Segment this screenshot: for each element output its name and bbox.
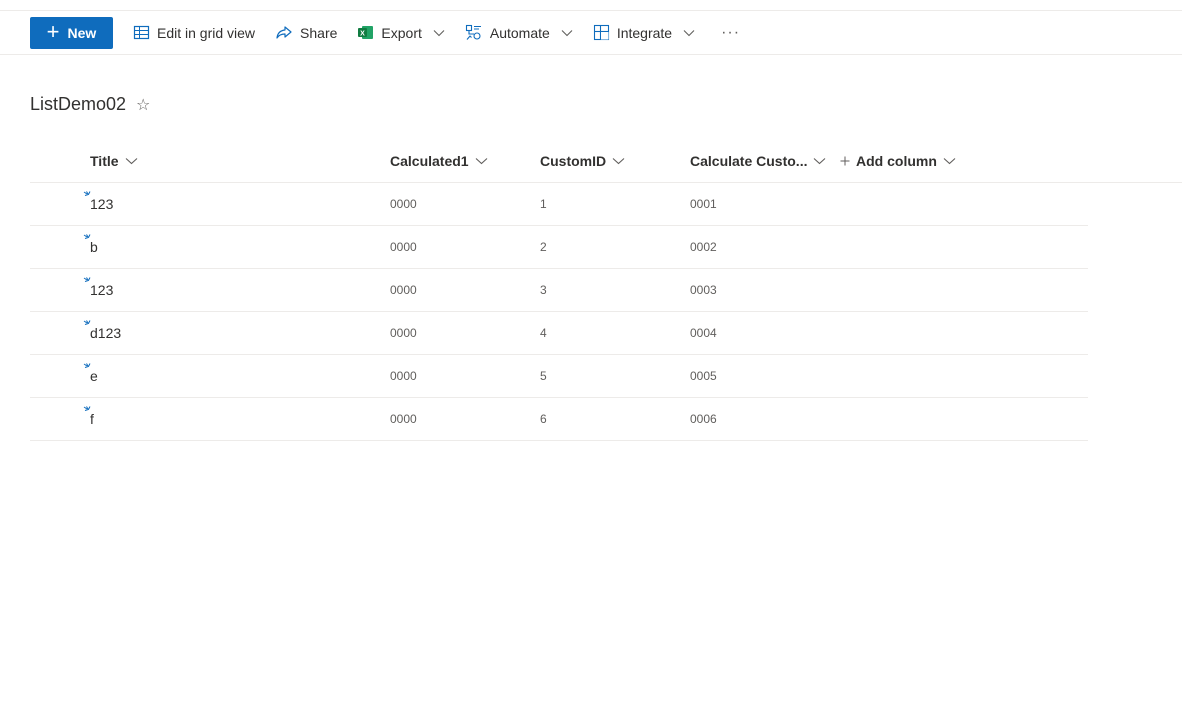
chevron-down-icon <box>943 158 956 165</box>
column-header-row: Title Calculated1 CustomID Calculate Cus… <box>30 140 1182 183</box>
row-calculated1: 0000 <box>390 240 417 254</box>
column-header-label: Title <box>90 153 119 169</box>
row-title[interactable]: f <box>90 398 94 440</box>
row-customid: 3 <box>540 283 547 297</box>
column-header-label: Calculate Custo... <box>690 153 808 169</box>
new-button[interactable]: + New <box>30 16 113 49</box>
table-row[interactable]: f 0000 6 0006 <box>30 398 1088 441</box>
column-header-label: CustomID <box>540 153 607 169</box>
chevron-down-icon <box>475 158 487 165</box>
row-calculated1: 0000 <box>390 412 417 426</box>
grid-icon <box>133 25 150 40</box>
table-row[interactable]: 123 0000 3 0003 <box>30 269 1088 312</box>
integrate-button[interactable]: Integrate <box>593 17 695 49</box>
row-customid: 2 <box>540 240 547 254</box>
row-customid: 5 <box>540 369 547 383</box>
list-rows: 123 0000 1 0001 b 0000 2 0002 123 0000 3… <box>30 183 1088 441</box>
chevron-down-icon <box>814 158 826 165</box>
row-title[interactable]: 123 <box>90 269 113 311</box>
chevron-down-icon <box>125 158 137 165</box>
plus-icon: + <box>46 18 60 44</box>
edit-in-grid-view-button[interactable]: Edit in grid view <box>133 17 255 49</box>
svg-text:X: X <box>361 30 366 37</box>
new-button-label: New <box>67 24 97 41</box>
add-column-button[interactable]: Add column <box>840 140 956 182</box>
favorite-star-icon[interactable]: ☆ <box>136 95 150 115</box>
column-header-customid[interactable]: CustomID <box>540 140 625 182</box>
row-calculate-custom: 0001 <box>690 197 717 211</box>
row-calculate-custom: 0002 <box>690 240 717 254</box>
add-column-label: Add column <box>856 153 937 169</box>
row-calculate-custom: 0006 <box>690 412 717 426</box>
column-header-calculated1[interactable]: Calculated1 <box>390 140 488 182</box>
column-header-label: Calculated1 <box>390 153 469 169</box>
table-row[interactable]: 123 0000 1 0001 <box>30 183 1088 226</box>
automate-label: Automate <box>489 24 550 41</box>
integrate-label: Integrate <box>616 24 673 41</box>
row-title[interactable]: e <box>90 355 98 397</box>
table-row[interactable]: b 0000 2 0002 <box>30 226 1088 269</box>
table-row[interactable]: d123 0000 4 0004 <box>30 312 1088 355</box>
automate-button[interactable]: Automate <box>465 17 573 49</box>
export-label: Export <box>381 24 422 41</box>
row-customid: 1 <box>540 197 547 211</box>
row-calculated1: 0000 <box>390 369 417 383</box>
share-button[interactable]: Share <box>275 17 337 49</box>
export-button[interactable]: X Export <box>357 17 445 49</box>
list-title-text: ListDemo02 <box>30 94 127 114</box>
row-title[interactable]: 123 <box>90 183 113 225</box>
chevron-down-icon <box>612 158 625 165</box>
row-title[interactable]: b <box>90 226 98 268</box>
integrate-icon <box>593 24 609 41</box>
row-calculate-custom: 0005 <box>690 369 717 383</box>
excel-icon: X <box>358 26 374 39</box>
column-header-calculate-custom[interactable]: Calculate Custo... <box>690 140 826 182</box>
row-title[interactable]: d123 <box>90 312 121 354</box>
row-calculate-custom: 0003 <box>690 283 717 297</box>
row-calculated1: 0000 <box>390 197 417 211</box>
column-header-title[interactable]: Title <box>90 140 138 182</box>
table-row[interactable]: e 0000 5 0005 <box>30 355 1088 398</box>
automate-icon <box>465 24 481 40</box>
edit-in-grid-view-label: Edit in grid view <box>157 24 256 41</box>
command-bar: + New Edit in grid view Share X Export A… <box>0 11 1182 55</box>
row-calculated1: 0000 <box>390 283 417 297</box>
share-icon <box>276 25 292 39</box>
chevron-down-icon <box>683 29 695 36</box>
share-label: Share <box>300 24 338 41</box>
row-calculate-custom: 0004 <box>690 326 717 340</box>
chevron-down-icon <box>433 29 445 36</box>
row-customid: 6 <box>540 412 547 426</box>
row-calculated1: 0000 <box>390 326 417 340</box>
chevron-down-icon <box>561 29 573 36</box>
plus-icon <box>840 156 850 166</box>
page-title: ListDemo02 ☆ <box>30 94 150 115</box>
row-customid: 4 <box>540 326 547 340</box>
more-options-icon[interactable]: ··· <box>721 24 740 42</box>
